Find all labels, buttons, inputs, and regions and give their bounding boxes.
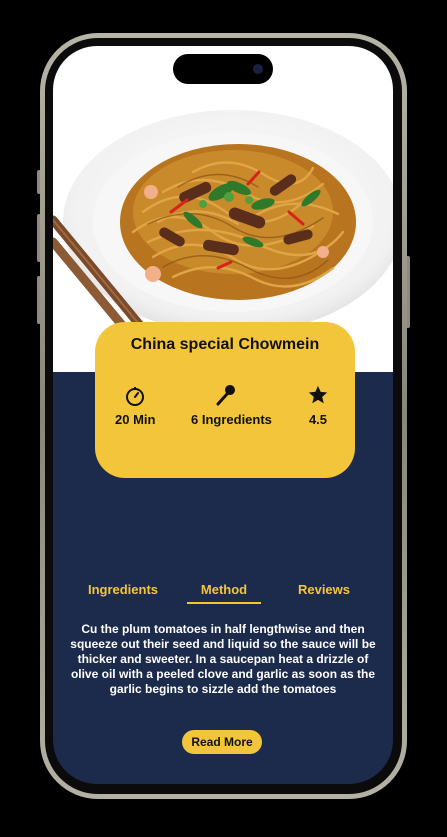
stat-rating: 4.5	[303, 385, 333, 427]
recipe-info-card: China special Chowmein 20 Min 6 Ingredie…	[95, 322, 355, 478]
app-screen: China special Chowmein 20 Min 6 Ingredie…	[53, 46, 393, 784]
tab-method[interactable]: Method	[187, 582, 261, 604]
spoon-icon	[216, 385, 235, 406]
read-more-button[interactable]: Read More	[182, 730, 262, 754]
tab-ingredients-label: Ingredients	[87, 582, 159, 597]
tab-reviews[interactable]: Reviews	[289, 582, 359, 597]
timer-icon	[126, 387, 144, 406]
recipe-tabs: Ingredients Method Reviews	[53, 582, 393, 612]
stat-rating-label: 4.5	[308, 412, 328, 427]
tab-reviews-label: Reviews	[297, 582, 351, 597]
tab-ingredients[interactable]: Ingredients	[81, 582, 165, 597]
camera-icon	[253, 64, 263, 74]
active-tab-indicator	[187, 602, 261, 604]
recipe-title: China special Chowmein	[130, 336, 320, 353]
star-icon	[308, 385, 328, 404]
stat-ingredients: 6 Ingredients	[191, 385, 272, 427]
dynamic-island	[173, 54, 273, 84]
tab-method-label: Method	[200, 582, 248, 597]
stat-ingredients-label: 6 Ingredients	[191, 412, 272, 427]
stat-time: 20 Min	[115, 387, 156, 427]
stat-time-label: 20 Min	[115, 412, 156, 427]
method-description: Cu the plum tomatoes in half lengthwise …	[70, 622, 376, 696]
